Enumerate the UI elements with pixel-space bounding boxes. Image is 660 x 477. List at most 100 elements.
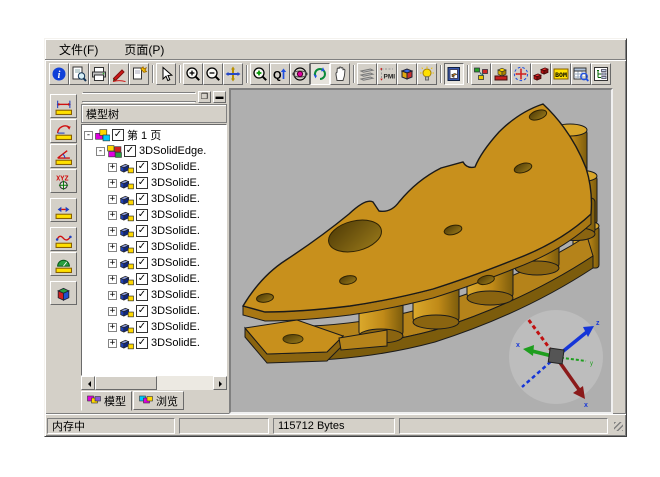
tree-row[interactable]: + ✓3DSolidE. [84,223,226,239]
tree-row[interactable]: + ✓3DSolidE. [84,287,226,303]
tree-row[interactable]: +✓3DSolidE. [84,319,226,335]
bom-button[interactable]: BOM [551,63,571,85]
measure-clearance-button[interactable] [50,198,77,222]
tree-node-label[interactable]: 第 1 页 [127,127,161,143]
visibility-checkbox[interactable]: ✓ [136,177,148,189]
expand-icon[interactable]: + [108,163,117,172]
print-button[interactable] [89,63,109,85]
notebook-button[interactable] [444,63,464,85]
tree-row[interactable]: + ✓3DSolidE. [84,303,226,319]
visibility-checkbox[interactable]: ✓ [136,305,148,317]
zoom-in-button[interactable] [183,63,203,85]
tree-row[interactable]: -✓第 1 页 [84,127,226,143]
pan-hand-button[interactable] [330,63,350,85]
layers-button[interactable] [357,63,377,85]
tree-node-label[interactable]: 3DSolidE. [151,225,200,237]
print-preview-button[interactable] [69,63,89,85]
render-mode-button[interactable] [397,63,417,85]
tree-node-label[interactable]: 3DSolidE. [151,161,200,173]
info-button[interactable]: i [49,63,69,85]
expand-icon[interactable]: + [108,291,117,300]
tree-node-label[interactable]: 3DSolidE. [151,177,200,189]
data-grid-button[interactable] [571,63,591,85]
expand-icon[interactable]: + [108,195,117,204]
measure-curve-button[interactable] [50,227,77,251]
visibility-checkbox[interactable]: ✓ [136,273,148,285]
panel-float-button[interactable]: ❐ [198,91,211,103]
explode-button[interactable] [531,63,551,85]
expand-icon[interactable]: + [108,211,117,220]
scroll-track[interactable] [95,376,213,390]
expand-icon[interactable]: + [108,259,117,268]
model-tree[interactable]: -✓第 1 页-✓3DSolidEdge.+✓3DSolidE.+✓3DSoli… [81,124,227,376]
visibility-checkbox[interactable]: ✓ [124,145,136,157]
menu-item-file[interactable]: 文件(F) [57,40,100,59]
expand-icon[interactable]: + [108,307,117,316]
expand-icon[interactable]: + [108,243,117,252]
panel-gripper[interactable]: ❐ ▬ [81,90,227,104]
tree-row[interactable]: + ✓3DSolidE. [84,175,226,191]
measure-radius-button[interactable] [50,119,77,143]
tree-row[interactable]: + ✓3DSolidE. [84,255,226,271]
tree-row[interactable]: + ✓3DSolidE. [84,335,226,351]
tree-node-label[interactable]: 3DSolidE. [151,241,200,253]
explode-center-button[interactable] [511,63,531,85]
zoom-window-button[interactable] [250,63,270,85]
dynamic-zoom-button[interactable]: Q [270,63,290,85]
visibility-checkbox[interactable]: ✓ [136,257,148,269]
tree-row[interactable]: + ✓3DSolidE. [84,239,226,255]
select-button[interactable] [156,63,176,85]
tree-row[interactable]: + ✓3DSolidE. [84,207,226,223]
collapse-icon[interactable]: - [96,147,105,156]
tree-node-label[interactable]: 3DSolidE. [151,209,200,221]
visibility-checkbox[interactable]: ✓ [136,209,148,221]
collapse-icon[interactable]: - [84,131,93,140]
measure-area-button[interactable] [50,252,77,276]
lighting-button[interactable] [417,63,437,85]
panel-hide-button[interactable]: ▬ [213,91,226,103]
viewport-3d[interactable]: z x y x [229,88,613,414]
pan-button[interactable] [223,63,243,85]
tree-row[interactable]: + ✓3DSolidE. [84,159,226,175]
visibility-checkbox[interactable]: ✓ [136,161,148,173]
visibility-checkbox[interactable]: ✓ [136,337,148,349]
tree-node-label[interactable]: 3DSolidE. [151,193,200,205]
visibility-checkbox[interactable]: ✓ [136,193,148,205]
visibility-checkbox[interactable]: ✓ [136,241,148,253]
markup-button[interactable] [109,63,129,85]
tree-node-label[interactable]: 3DSolidEdge. [139,145,206,157]
tree-hscrollbar[interactable] [81,376,227,390]
model-3d-bracket[interactable] [231,90,613,414]
tree-row[interactable]: - ✓3DSolidEdge. [84,143,226,159]
orbit-button[interactable] [290,63,310,85]
visibility-checkbox[interactable]: ✓ [136,225,148,237]
measure-angle-button[interactable] [50,144,77,168]
assembly-structure-button[interactable] [471,63,491,85]
expand-icon[interactable]: + [108,227,117,236]
resize-grip[interactable] [612,420,624,432]
pmi-button[interactable]: PMI [377,63,397,85]
tab-model[interactable]: 模型 [81,391,132,411]
visibility-checkbox[interactable]: ✓ [136,289,148,301]
visibility-checkbox[interactable]: ✓ [136,321,148,333]
expand-icon[interactable]: + [108,275,117,284]
spin-button[interactable] [310,63,330,85]
tree-node-label[interactable]: 3DSolidE. [151,257,200,269]
coordinate-xyz-button[interactable]: XYZ [50,169,77,193]
structure-tree-button[interactable] [591,63,611,85]
tree-node-label[interactable]: 3DSolidE. [151,289,200,301]
measure-volume-button[interactable] [50,281,77,305]
tree-node-label[interactable]: 3DSolidE. [151,337,200,349]
tree-row[interactable]: + ✓3DSolidE. [84,271,226,287]
expand-icon[interactable]: + [108,323,117,332]
tab-browse[interactable]: 浏览 [133,391,184,410]
tree-node-label[interactable]: 3DSolidE. [151,305,200,317]
scroll-thumb[interactable] [95,376,157,390]
expand-icon[interactable]: + [108,339,117,348]
expand-icon[interactable]: + [108,179,117,188]
measure-distance-button[interactable] [50,94,77,118]
export-button[interactable] [129,63,149,85]
scroll-left-button[interactable] [81,376,95,390]
menu-item-page[interactable]: 页面(P) [122,40,166,59]
tree-node-label[interactable]: 3DSolidE. [151,273,200,285]
